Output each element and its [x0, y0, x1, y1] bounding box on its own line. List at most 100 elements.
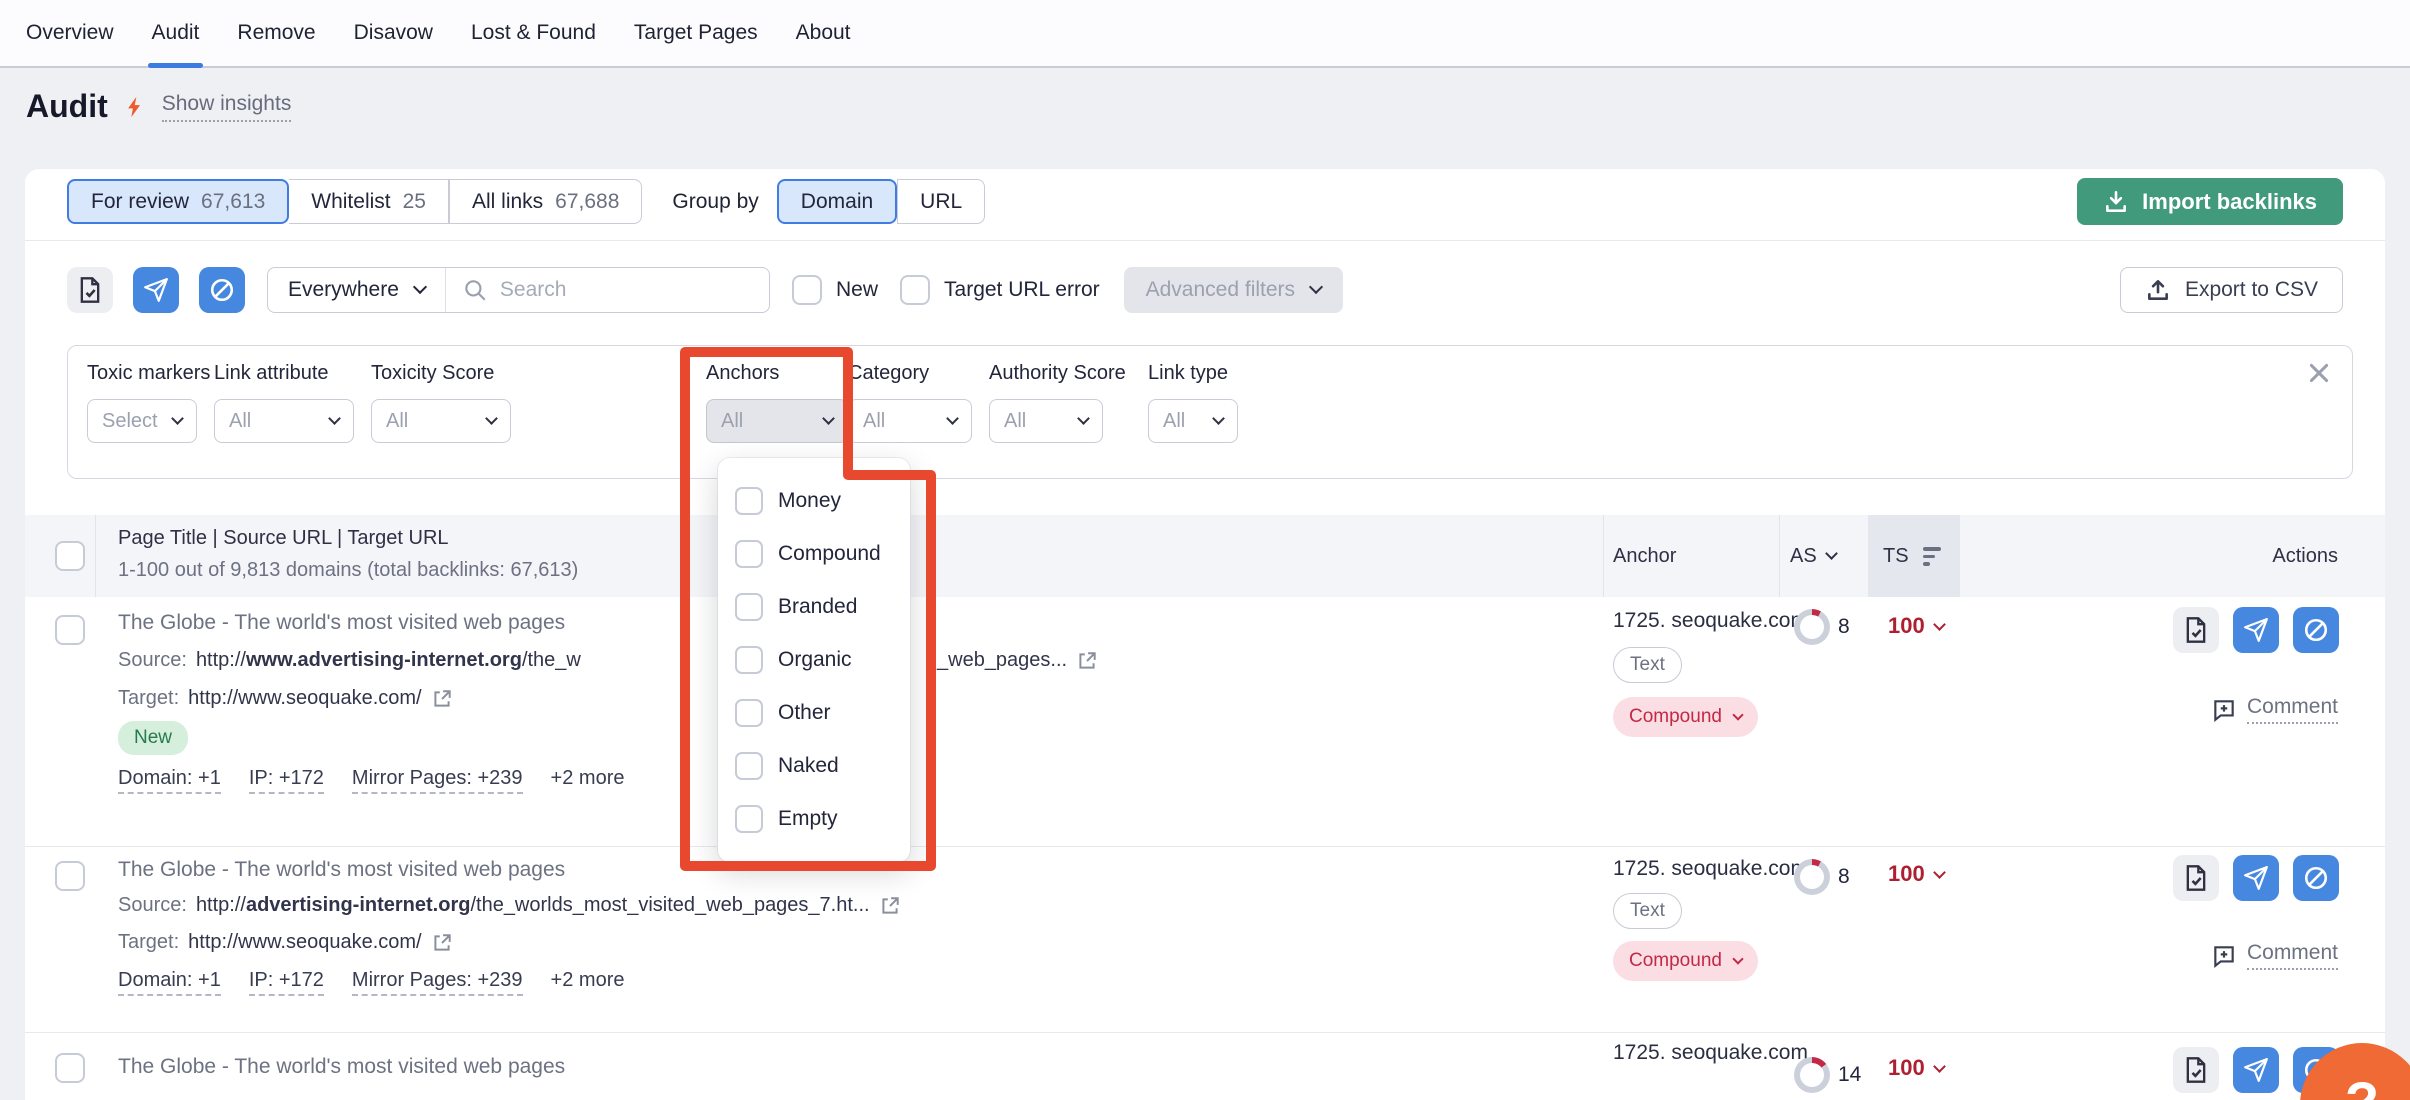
- row-checkbox[interactable]: [55, 615, 85, 645]
- money-checkbox[interactable]: [735, 486, 763, 515]
- block-icon: [210, 278, 234, 302]
- tab-whitelist[interactable]: Whitelist 25: [289, 179, 449, 224]
- external-link-icon[interactable]: [1076, 650, 1098, 672]
- new-filter[interactable]: New: [792, 275, 878, 305]
- tab-for-review[interactable]: For review 67,613: [67, 179, 290, 224]
- toxicity-score-cell[interactable]: 100: [1888, 861, 1946, 887]
- keep-button[interactable]: [2173, 855, 2219, 901]
- link-attribute-select[interactable]: All: [214, 399, 354, 443]
- nav-item-audit[interactable]: Audit: [147, 0, 204, 68]
- link-type-select[interactable]: All: [1148, 399, 1238, 443]
- empty-checkbox[interactable]: [735, 804, 763, 833]
- more-meta-link[interactable]: +2 more: [551, 767, 625, 794]
- nav-item-overview[interactable]: Overview: [26, 0, 114, 66]
- anchors-option-empty[interactable]: Empty: [718, 792, 910, 845]
- target-url-error-checkbox[interactable]: [900, 275, 931, 305]
- external-link-icon[interactable]: [431, 688, 453, 710]
- move-to-review-button[interactable]: [67, 267, 113, 313]
- external-link-icon[interactable]: [879, 895, 901, 917]
- naked-checkbox[interactable]: [735, 751, 763, 780]
- export-csv-button[interactable]: Export to CSV: [2119, 267, 2343, 313]
- send-to-remove-button[interactable]: [2233, 1047, 2279, 1093]
- anchor-category-chip[interactable]: Compound: [1613, 941, 1758, 981]
- send-to-disavow-button[interactable]: [2293, 607, 2339, 653]
- row-checkbox[interactable]: [55, 861, 85, 891]
- column-header-as[interactable]: AS: [1790, 545, 1838, 568]
- row-checkbox[interactable]: [55, 1053, 85, 1083]
- anchors-option-money[interactable]: Money: [718, 474, 910, 527]
- send-to-remove-button[interactable]: [2233, 607, 2279, 653]
- nav-item-disavow[interactable]: Disavow: [354, 0, 433, 66]
- more-meta-link[interactable]: +2 more: [551, 969, 625, 996]
- import-backlinks-button[interactable]: Import backlinks: [2077, 178, 2343, 225]
- nav-item-remove[interactable]: Remove: [237, 0, 315, 66]
- send-to-disavow-button[interactable]: [2293, 855, 2339, 901]
- anchors-option-compound[interactable]: Compound: [718, 527, 910, 580]
- toxic-markers-select[interactable]: Select: [87, 399, 197, 443]
- branded-checkbox[interactable]: [735, 592, 763, 621]
- column-header-ts[interactable]: TS: [1883, 545, 1941, 568]
- domain-meta-link[interactable]: Domain: +1: [118, 767, 221, 794]
- comment-link[interactable]: Comment: [2211, 695, 2338, 724]
- keep-button[interactable]: [2173, 607, 2219, 653]
- keep-button[interactable]: [2173, 1047, 2219, 1093]
- nav-item-lost-found[interactable]: Lost & Found: [471, 0, 596, 66]
- search-input[interactable]: [499, 278, 760, 302]
- ip-meta-link[interactable]: IP: +172: [248, 767, 324, 794]
- domain-meta-link[interactable]: Domain: +1: [118, 969, 221, 996]
- table-row: The Globe - The world's most visited web…: [25, 1033, 2385, 1100]
- chevron-down-icon: [1824, 547, 1838, 560]
- chevron-down-icon: [1932, 617, 1946, 631]
- column-header-actions: Actions: [2272, 545, 2338, 567]
- authority-score-select[interactable]: All: [989, 399, 1103, 443]
- mirror-pages-meta-link[interactable]: Mirror Pages: +239: [351, 969, 523, 996]
- search-field: [446, 277, 769, 303]
- toxicity-score-cell[interactable]: 100: [1888, 613, 1946, 639]
- external-link-icon[interactable]: [431, 932, 453, 954]
- chevron-down-icon: [1732, 709, 1744, 721]
- anchor-category-chip[interactable]: Compound: [1613, 697, 1758, 737]
- filter-toxic-markers: Toxic markers Select: [87, 362, 210, 443]
- move-to-disavow-button[interactable]: [199, 267, 245, 313]
- scope-dropdown[interactable]: Everywhere: [268, 278, 445, 302]
- toolbar: Everywhere New Target URL error Advanced…: [67, 267, 2343, 313]
- group-by-url[interactable]: URL: [897, 179, 986, 224]
- divider: [1779, 515, 1780, 597]
- category-select[interactable]: All: [848, 399, 972, 443]
- top-nav: Overview Audit Remove Disavow Lost & Fou…: [0, 0, 2410, 68]
- advanced-filters-button[interactable]: Advanced filters: [1123, 267, 1344, 313]
- compound-checkbox[interactable]: [735, 539, 763, 568]
- sort-descending-icon: [1922, 547, 1941, 566]
- group-by-domain[interactable]: Domain: [776, 179, 898, 224]
- target-url-error-filter[interactable]: Target URL error: [900, 275, 1100, 305]
- anchors-option-branded[interactable]: Branded: [718, 580, 910, 633]
- document-check-icon: [2186, 1057, 2206, 1083]
- comment-link[interactable]: Comment: [2211, 941, 2338, 970]
- close-filters-button[interactable]: [2306, 360, 2332, 391]
- new-checkbox[interactable]: [792, 275, 822, 305]
- tab-all-links[interactable]: All links 67,688: [448, 179, 643, 224]
- other-checkbox[interactable]: [735, 698, 763, 727]
- move-to-remove-button[interactable]: [133, 267, 179, 313]
- ip-meta-link[interactable]: IP: +172: [248, 969, 324, 996]
- anchors-option-other[interactable]: Other: [718, 686, 910, 739]
- toxicity-score-cell[interactable]: 100: [1888, 1055, 1946, 1081]
- show-insights-link[interactable]: Show insights: [161, 92, 292, 122]
- nav-item-about[interactable]: About: [796, 0, 851, 66]
- send-to-remove-button[interactable]: [2233, 855, 2279, 901]
- nav-item-target-pages[interactable]: Target Pages: [634, 0, 758, 66]
- anchors-select[interactable]: All: [706, 399, 848, 443]
- anchors-option-naked[interactable]: Naked: [718, 739, 910, 792]
- row-source-url: Source: http://www.advertising-internet.…: [118, 649, 581, 671]
- anchors-option-organic[interactable]: Organic: [718, 633, 910, 686]
- row-actions: [2173, 855, 2339, 901]
- mirror-pages-meta-link[interactable]: Mirror Pages: +239: [351, 767, 523, 794]
- chevron-down-icon: [946, 411, 959, 425]
- page-title: Audit: [26, 88, 108, 124]
- select-all-checkbox[interactable]: [55, 541, 85, 571]
- organic-checkbox[interactable]: [735, 645, 763, 674]
- chevron-down-icon: [1212, 411, 1225, 425]
- whitelist-count: 25: [402, 189, 426, 213]
- toxicity-score-select[interactable]: All: [371, 399, 511, 443]
- chevron-down-icon: [412, 279, 427, 295]
